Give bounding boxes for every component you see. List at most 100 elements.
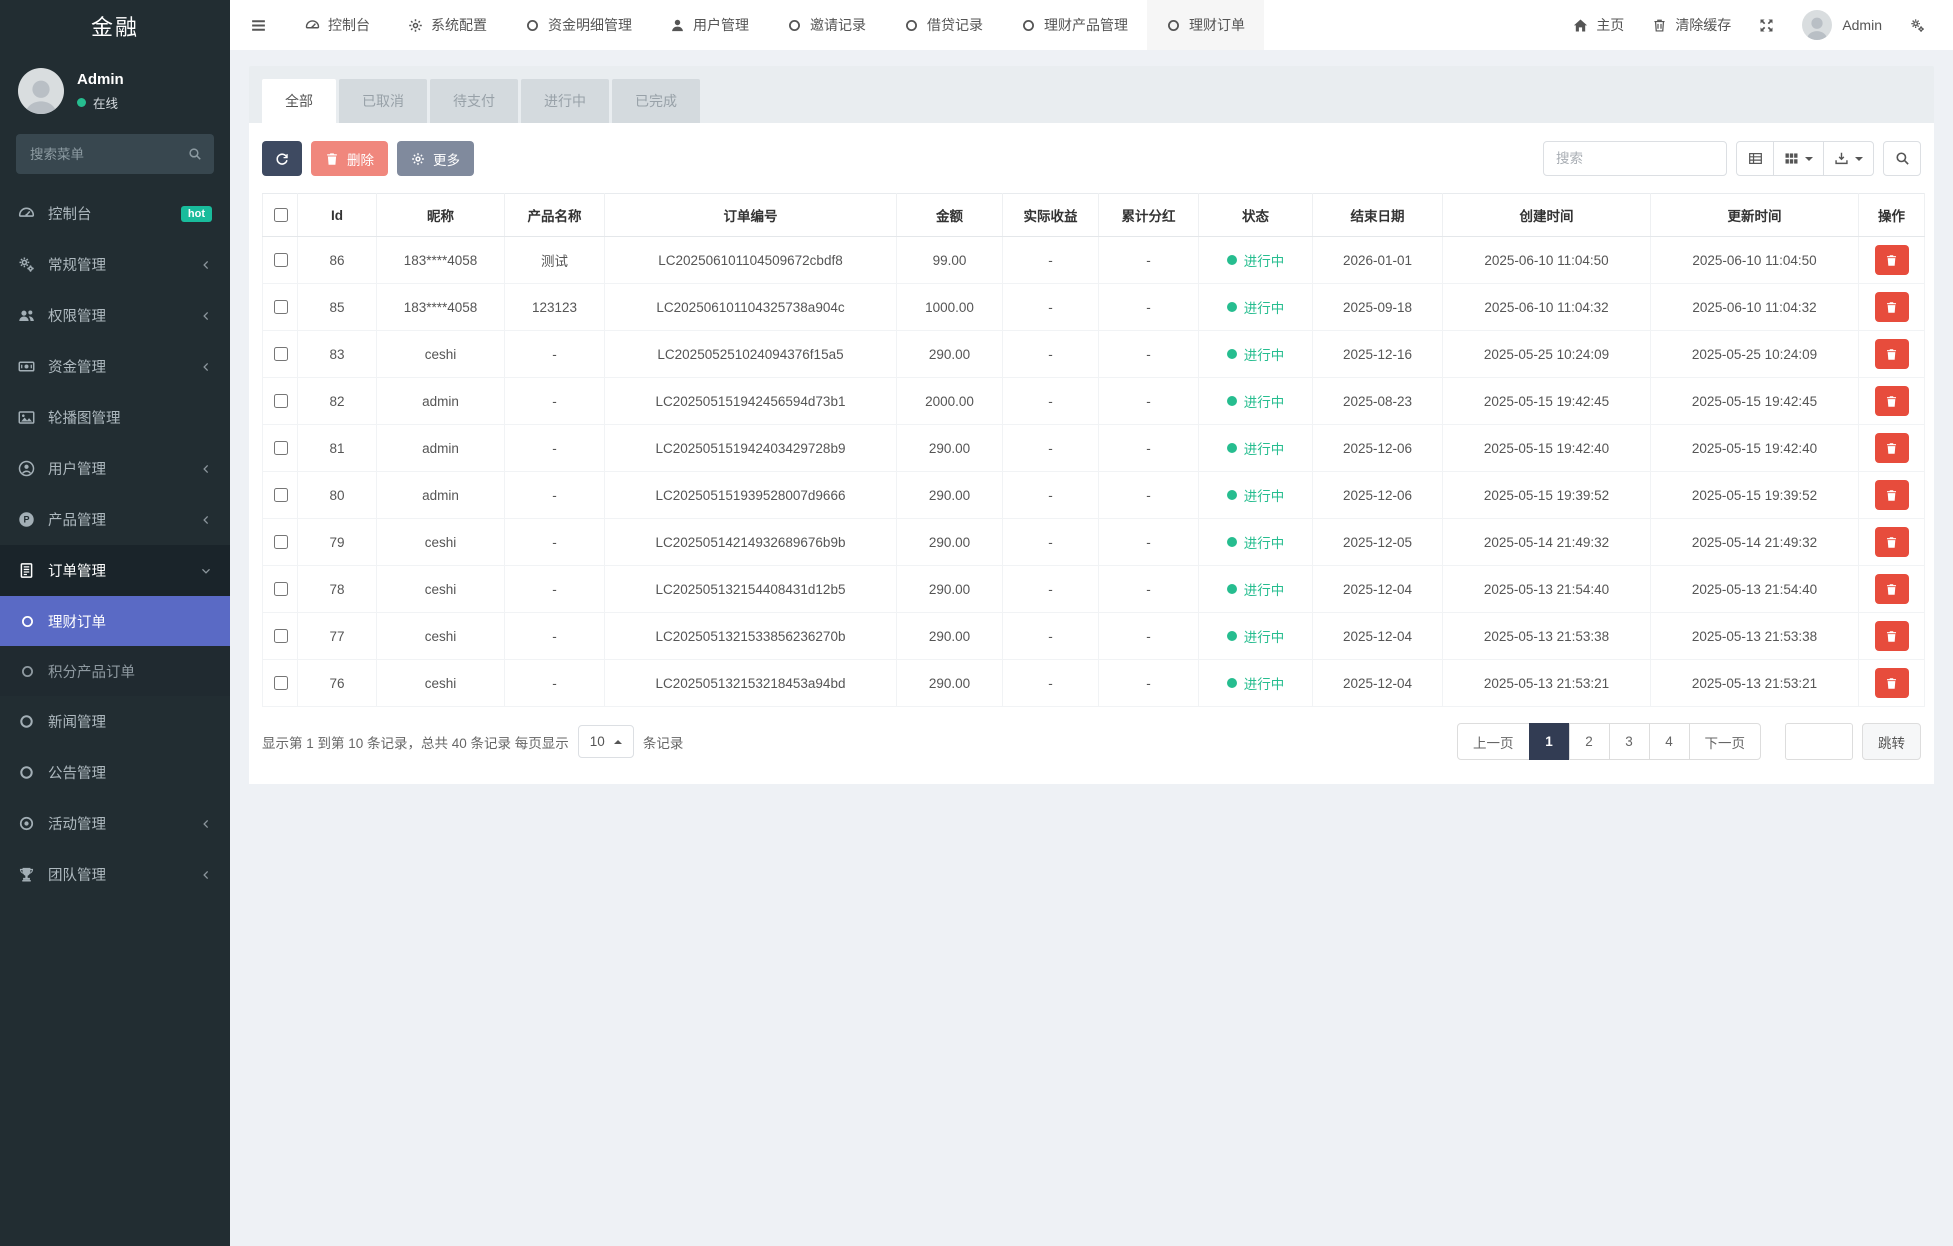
topnav-tab-0[interactable]: 控制台	[286, 0, 389, 50]
advanced-search-button[interactable]	[1883, 141, 1921, 176]
columns-button[interactable]	[1773, 141, 1824, 176]
row-checkbox[interactable]	[274, 535, 288, 549]
sidebar-item-2[interactable]: 权限管理	[0, 290, 230, 341]
cell-actions	[1859, 331, 1925, 378]
delete-row-button[interactable]	[1875, 527, 1909, 557]
delete-row-button[interactable]	[1875, 386, 1909, 416]
sidebar-item-9[interactable]: 公告管理	[0, 747, 230, 798]
cell-nickname: ceshi	[377, 660, 505, 707]
chevron-left-icon	[200, 818, 212, 830]
table-search-input[interactable]	[1543, 141, 1727, 176]
sidebar-item-8[interactable]: 新闻管理	[0, 696, 230, 747]
topnav-tab-4[interactable]: 邀请记录	[768, 0, 885, 50]
sidebar-menu: 控制台hot常规管理权限管理资金管理轮播图管理用户管理P产品管理订单管理理财订单…	[0, 188, 230, 1246]
user-panel: Admin 在线	[0, 56, 230, 128]
toolbar-left: 删除 更多	[262, 141, 474, 176]
refresh-button[interactable]	[262, 141, 302, 176]
status-badge: 进行中	[1227, 532, 1285, 552]
row-checkbox[interactable]	[274, 676, 288, 690]
page-button-1[interactable]: 1	[1529, 723, 1570, 760]
cell-updated: 2025-05-13 21:53:38	[1651, 613, 1859, 660]
row-checkbox[interactable]	[274, 394, 288, 408]
more-button[interactable]: 更多	[397, 141, 474, 176]
delete-row-button[interactable]	[1875, 574, 1909, 604]
filter-tab-2[interactable]: 待支付	[430, 79, 518, 123]
cell-dividend: -	[1099, 566, 1199, 613]
sidebar-item-10[interactable]: 活动管理	[0, 798, 230, 849]
filter-tab-3[interactable]: 进行中	[521, 79, 609, 123]
select-all-checkbox[interactable]	[274, 208, 288, 222]
cell-status: 进行中	[1199, 378, 1313, 425]
sidebar-item-0[interactable]: 控制台hot	[0, 188, 230, 239]
delete-button[interactable]: 删除	[311, 141, 388, 176]
cell-updated: 2025-05-13 21:53:21	[1651, 660, 1859, 707]
page-button-4[interactable]: 4	[1649, 723, 1690, 760]
delete-row-button[interactable]	[1875, 339, 1909, 369]
delete-row-button[interactable]	[1875, 433, 1909, 463]
topnav-tab-2[interactable]: 资金明细管理	[506, 0, 651, 50]
sidebar-item-5[interactable]: 用户管理	[0, 443, 230, 494]
image-icon	[18, 409, 35, 426]
sidebar-item-4[interactable]: 轮播图管理	[0, 392, 230, 443]
row-checkbox[interactable]	[274, 441, 288, 455]
navbar-user-menu[interactable]: Admin	[1802, 10, 1882, 40]
delete-row-button[interactable]	[1875, 245, 1909, 275]
row-checkbox[interactable]	[274, 629, 288, 643]
topnav-tab-5[interactable]: 借贷记录	[885, 0, 1002, 50]
filter-tab-1[interactable]: 已取消	[339, 79, 427, 123]
cell-product: 测试	[505, 237, 605, 284]
sidebar-item-6[interactable]: P产品管理	[0, 494, 230, 545]
topnav-tab-1[interactable]: 系统配置	[389, 0, 506, 50]
sidebar-item-11[interactable]: 团队管理	[0, 849, 230, 900]
sidebar-subitem-0[interactable]: 理财订单	[0, 596, 230, 646]
row-checkbox[interactable]	[274, 582, 288, 596]
topnav-tab-3[interactable]: 用户管理	[651, 0, 768, 50]
toggle-view-button[interactable]	[1736, 141, 1774, 176]
cell-id: 80	[298, 472, 377, 519]
sidebar-item-7[interactable]: 订单管理	[0, 545, 230, 596]
filter-tab-4[interactable]: 已完成	[612, 79, 700, 123]
column-header-0: Id	[298, 194, 377, 237]
search-icon[interactable]	[188, 147, 202, 161]
delete-row-button[interactable]	[1875, 668, 1909, 698]
delete-row-button[interactable]	[1875, 480, 1909, 510]
settings-button[interactable]	[1910, 18, 1925, 33]
home-link[interactable]: 主页	[1573, 15, 1624, 35]
cell-status: 进行中	[1199, 519, 1313, 566]
jump-page-input[interactable]	[1785, 723, 1853, 760]
sidebar-item-1[interactable]: 常规管理	[0, 239, 230, 290]
trophy-icon	[18, 866, 35, 883]
topnav-tab-7[interactable]: 理财订单	[1147, 0, 1264, 50]
fullscreen-button[interactable]	[1759, 18, 1774, 33]
column-header-2: 产品名称	[505, 194, 605, 237]
page-button-2[interactable]: 2	[1569, 723, 1610, 760]
topnav-tab-6[interactable]: 理财产品管理	[1002, 0, 1147, 50]
page-button-3[interactable]: 3	[1609, 723, 1650, 760]
delete-row-button[interactable]	[1875, 621, 1909, 651]
cell-nickname: 183****4058	[377, 284, 505, 331]
cell-actual_income: -	[1003, 472, 1099, 519]
cell-order_no: LC202505132153218453a94bd	[605, 660, 897, 707]
row-checkbox[interactable]	[274, 253, 288, 267]
row-checkbox[interactable]	[274, 300, 288, 314]
clear-cache-link[interactable]: 清除缓存	[1652, 15, 1731, 35]
row-checkbox[interactable]	[274, 347, 288, 361]
sidebar-toggle-button[interactable]	[230, 0, 286, 50]
jump-button[interactable]: 跳转	[1862, 723, 1921, 760]
status-dot-icon	[1227, 490, 1237, 500]
next-page-button[interactable]: 下一页	[1689, 723, 1762, 760]
row-checkbox[interactable]	[274, 488, 288, 502]
cell-id: 76	[298, 660, 377, 707]
filter-tab-0[interactable]: 全部	[262, 79, 336, 123]
cell-actual_income: -	[1003, 660, 1099, 707]
cell-id: 78	[298, 566, 377, 613]
sidebar-item-3[interactable]: 资金管理	[0, 341, 230, 392]
page-size-dropdown[interactable]: 10	[578, 725, 634, 758]
export-button[interactable]	[1823, 141, 1874, 176]
delete-row-button[interactable]	[1875, 292, 1909, 322]
gears-icon	[18, 256, 35, 273]
prev-page-button[interactable]: 上一页	[1457, 723, 1530, 760]
sidebar-search-input[interactable]	[28, 146, 188, 163]
sidebar-subitem-1[interactable]: 积分产品订单	[0, 646, 230, 696]
view-buttons-group	[1736, 141, 1874, 176]
